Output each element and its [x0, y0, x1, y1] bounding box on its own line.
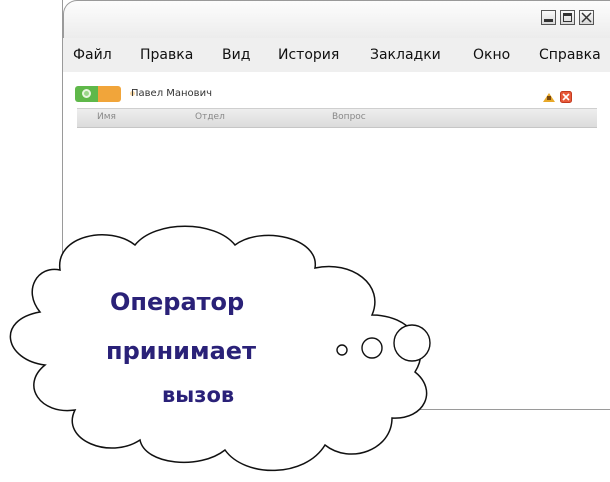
- menu-view[interactable]: Вид: [222, 47, 250, 63]
- menu-history[interactable]: История: [278, 47, 339, 63]
- minimize-button[interactable]: [541, 10, 556, 25]
- status-online-segment[interactable]: [75, 86, 99, 102]
- online-dot-icon: [82, 89, 91, 98]
- menu-bookmarks[interactable]: Закладки: [370, 47, 441, 63]
- menu-bar: Файл Правка Вид История Закладки Окно Сп…: [63, 38, 610, 72]
- chat-tool-icon[interactable]: [542, 88, 556, 107]
- menu-edit[interactable]: Правка: [140, 47, 193, 63]
- status-toggle[interactable]: [75, 86, 137, 102]
- menu-help[interactable]: Справка: [539, 47, 601, 63]
- app-window: Файл Правка Вид История Закладки Окно Сп…: [62, 0, 610, 410]
- column-name[interactable]: Имя: [97, 112, 116, 122]
- menu-file[interactable]: Файл: [73, 47, 112, 63]
- table-header: Имя Отдел Вопрос: [77, 108, 597, 128]
- column-department[interactable]: Отдел: [195, 112, 225, 122]
- close-red-icon[interactable]: [560, 88, 572, 107]
- operator-toolbar: Павел Манович: [75, 82, 595, 106]
- operator-name: Павел Манович: [131, 88, 212, 99]
- close-icon: [581, 12, 592, 23]
- maximize-button[interactable]: [560, 10, 575, 25]
- close-window-button[interactable]: [579, 10, 594, 25]
- title-bar: [63, 0, 610, 38]
- column-question[interactable]: Вопрос: [332, 112, 366, 122]
- menu-window[interactable]: Окно: [473, 47, 510, 63]
- status-away-segment[interactable]: [98, 86, 137, 102]
